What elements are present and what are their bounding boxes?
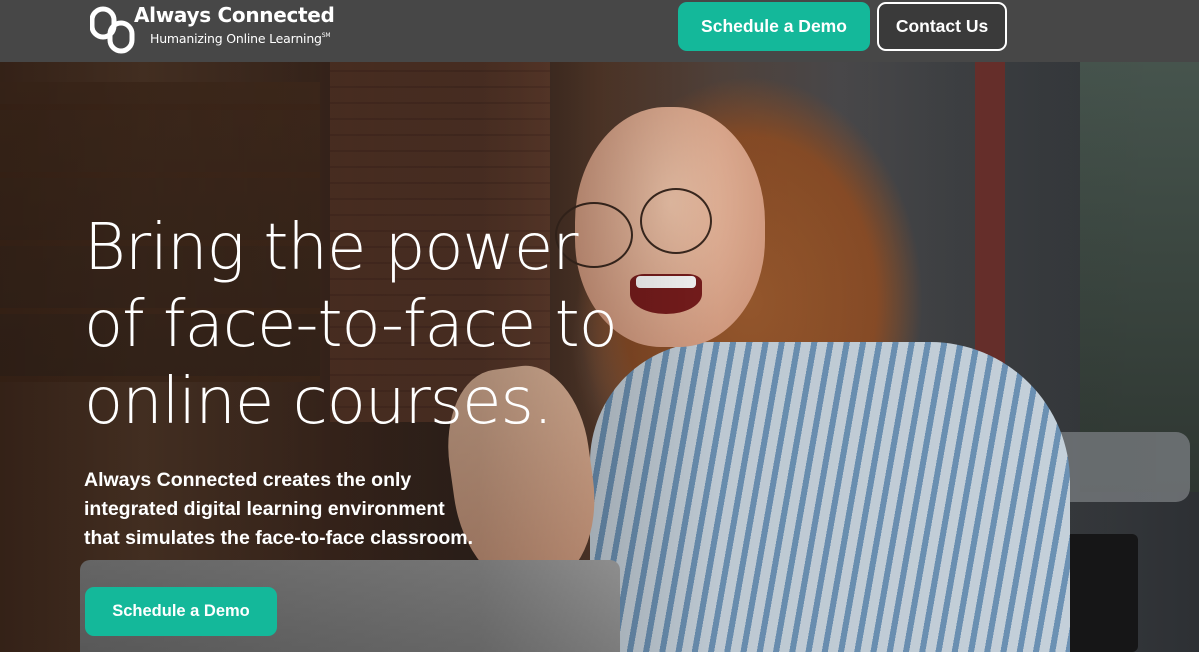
subtext-line: integrated digital learning environment [84,498,445,520]
hero-schedule-demo-button[interactable]: Schedule a Demo [85,587,277,636]
logo-title: Always Connected [134,3,335,27]
subtext-line: Always Connected creates the only [84,469,412,491]
contact-us-button[interactable]: Contact Us [877,2,1007,51]
site-header: Always Connected Humanizing Online Learn… [0,0,1199,62]
subtext-line: that simulates the face-to-face classroo… [84,527,474,549]
hero-section: Bring the power of face-to-face to onlin… [0,62,1199,652]
logo-tagline: Humanizing Online LearningSM [150,31,331,46]
logo-icon [90,6,135,54]
headline-line: online courses. [84,365,553,439]
hero-subtext: Always Connected creates the only integr… [84,466,524,553]
headline-line: of face-to-face to [84,288,618,362]
logo[interactable]: Always Connected Humanizing Online Learn… [90,3,350,57]
schedule-demo-button[interactable]: Schedule a Demo [678,2,870,51]
headline-line: Bring the power [84,211,579,285]
hero-headline: Bring the power of face-to-face to onlin… [84,210,644,441]
